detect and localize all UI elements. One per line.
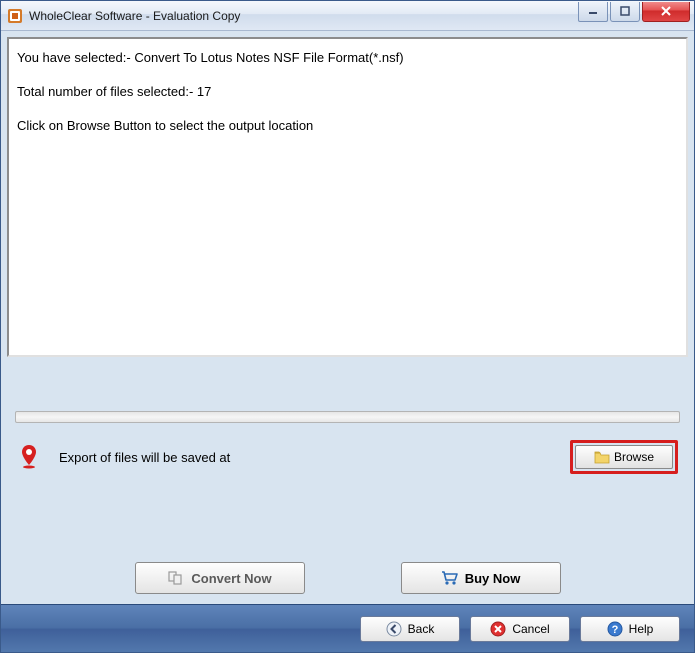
back-button[interactable]: Back	[360, 616, 460, 642]
cancel-button[interactable]: Cancel	[470, 616, 570, 642]
back-label: Back	[408, 622, 435, 636]
back-icon	[386, 621, 402, 637]
title-bar[interactable]: WholeClear Software - Evaluation Copy	[1, 1, 694, 31]
window-controls	[578, 2, 692, 22]
pin-icon	[17, 445, 41, 469]
app-icon	[7, 8, 23, 24]
close-button[interactable]	[642, 2, 690, 22]
buy-now-button[interactable]: Buy Now	[401, 562, 561, 594]
browse-label: Browse	[614, 450, 654, 464]
export-location-row: Export of files will be saved at Browse	[7, 435, 688, 479]
cancel-icon	[490, 621, 506, 637]
browse-highlight: Browse	[570, 440, 678, 474]
convert-now-label: Convert Now	[191, 571, 271, 586]
help-label: Help	[629, 622, 654, 636]
footer-bar: Back Cancel ? Help	[1, 604, 694, 652]
buy-now-label: Buy Now	[465, 571, 521, 586]
content-area: You have selected:- Convert To Lotus Not…	[1, 31, 694, 652]
help-icon: ?	[607, 621, 623, 637]
export-location-label: Export of files will be saved at	[59, 450, 570, 465]
window-title: WholeClear Software - Evaluation Copy	[29, 9, 578, 23]
progress-bar	[15, 411, 680, 423]
app-window: WholeClear Software - Evaluation Copy Yo…	[0, 0, 695, 653]
cancel-label: Cancel	[512, 622, 549, 636]
svg-text:?: ?	[611, 624, 618, 636]
convert-now-button[interactable]: Convert Now	[135, 562, 305, 594]
action-buttons-row: Convert Now Buy Now	[1, 562, 694, 594]
convert-icon	[167, 570, 185, 586]
browse-button[interactable]: Browse	[575, 445, 673, 469]
cart-icon	[441, 570, 459, 586]
folder-icon	[594, 450, 610, 464]
minimize-button[interactable]	[578, 2, 608, 22]
maximize-button[interactable]	[610, 2, 640, 22]
selected-format-text: You have selected:- Convert To Lotus Not…	[17, 49, 678, 67]
instruction-text: Click on Browse Button to select the out…	[17, 117, 678, 135]
file-count-text: Total number of files selected:- 17	[17, 83, 678, 101]
help-button[interactable]: ? Help	[580, 616, 680, 642]
info-panel: You have selected:- Convert To Lotus Not…	[7, 37, 688, 357]
